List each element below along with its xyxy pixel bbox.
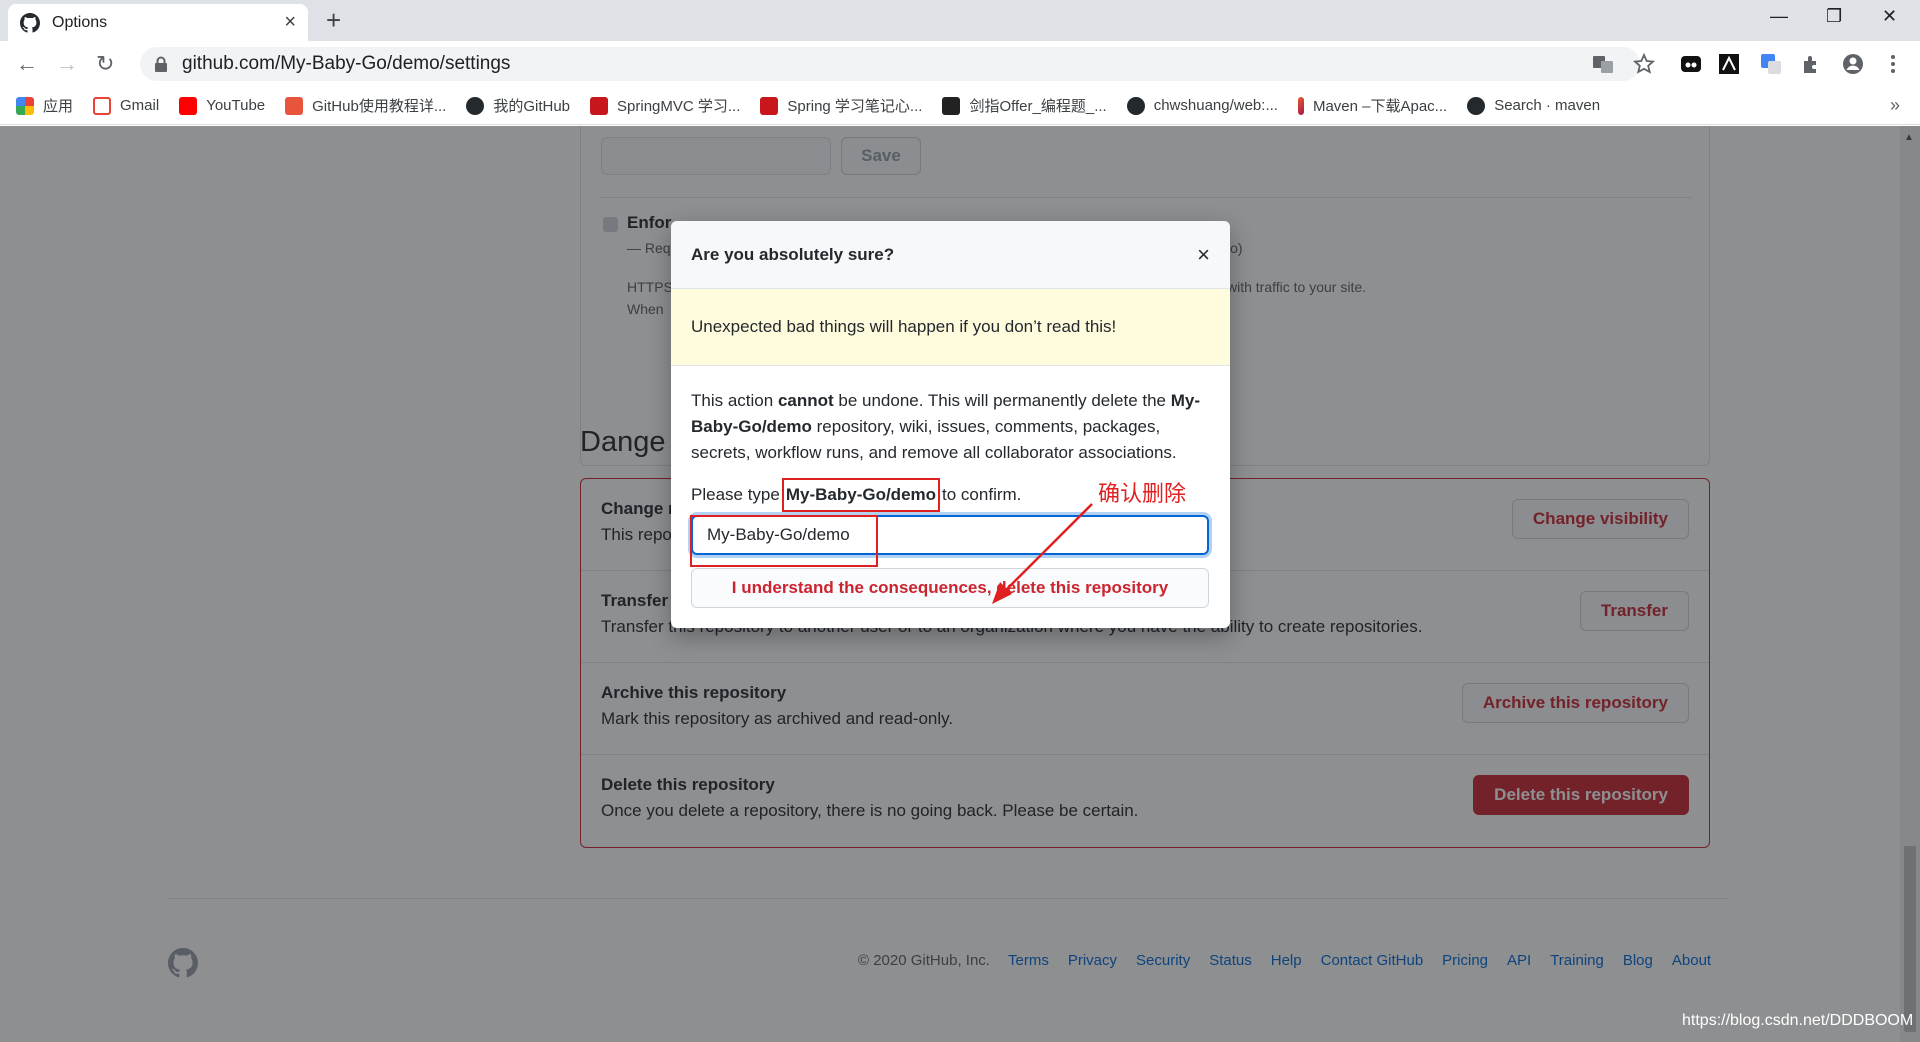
- new-tab-icon[interactable]: +: [326, 7, 341, 33]
- maven-feather-icon: [1297, 96, 1304, 115]
- github-icon: [1467, 96, 1486, 115]
- extensions-puzzle-icon[interactable]: [1800, 53, 1822, 75]
- browser-tab[interactable]: Options ×: [8, 4, 308, 41]
- delete-confirm-dialog: Are you absolutely sure? × Unexpected ba…: [671, 221, 1230, 628]
- bookmark-label: 应用: [43, 98, 74, 115]
- desc-text: This action: [691, 391, 778, 410]
- url-text: github.com/My-Baby-Go/demo/settings: [182, 53, 511, 74]
- window-close-icon[interactable]: ✕: [1882, 6, 1897, 27]
- bookmark-label: YouTube: [206, 97, 266, 114]
- google-translate-icon[interactable]: [1760, 53, 1782, 75]
- bookmark-label: 剑指Offer_编程题_...: [969, 98, 1107, 115]
- more-bookmarks-icon[interactable]: »: [1890, 95, 1900, 116]
- annotation-label: 确认删除: [1098, 481, 1187, 506]
- reload-icon[interactable]: ↻: [96, 51, 114, 77]
- apps-grid-icon: [16, 96, 34, 115]
- annotation-highlight-box: [690, 515, 878, 567]
- bookmark-label: Search · maven: [1494, 97, 1601, 114]
- github-icon: [20, 12, 40, 33]
- bookmark-label: GitHub使用教程详...: [312, 98, 447, 115]
- tab-close-icon[interactable]: ×: [284, 11, 296, 34]
- bookmark-item[interactable]: Spring 学习笔记心...: [760, 95, 922, 116]
- bookmark-item[interactable]: Maven –下载Apac...: [1297, 95, 1448, 116]
- dialog-description: This action cannot be undone. This will …: [691, 388, 1210, 466]
- address-bar[interactable]: github.com/My-Baby-Go/demo/settings: [140, 47, 1640, 81]
- confirm-post: to confirm.: [942, 485, 1022, 504]
- gmail-icon: [93, 96, 112, 115]
- jianshu-icon: [285, 96, 304, 115]
- bookmark-item[interactable]: YouTube: [179, 96, 266, 115]
- github-icon: [1126, 96, 1145, 115]
- bookmark-label: chwshuang/web:...: [1153, 97, 1278, 114]
- nowcoder-icon: [942, 96, 961, 115]
- restore-icon[interactable]: ❐: [1826, 6, 1842, 27]
- bookmark-label: 我的GitHub: [493, 98, 571, 115]
- profile-avatar-icon[interactable]: [1842, 53, 1864, 75]
- bookmark-item[interactable]: 应用: [16, 95, 73, 116]
- bookmark-item[interactable]: Gmail: [93, 96, 160, 115]
- bookmark-item[interactable]: GitHub使用教程详...: [285, 95, 446, 116]
- browser-menu-icon[interactable]: [1882, 53, 1904, 75]
- bookmark-label: Maven –下载Apac...: [1312, 98, 1448, 115]
- extension-icon-2[interactable]: [1718, 53, 1740, 75]
- bookmark-label: Gmail: [120, 97, 160, 114]
- confirm-repo-name: My-Baby-Go/demo: [781, 478, 941, 512]
- dialog-warning: Unexpected bad things will happen if you…: [671, 289, 1230, 366]
- confirm-delete-button[interactable]: I understand the consequences, delete th…: [691, 568, 1209, 608]
- youtube-icon: [179, 96, 198, 115]
- bookmarks-bar: 应用 Gmail YouTube GitHub使用教程详... 我的GitHub…: [0, 87, 1920, 125]
- lock-icon: [155, 56, 167, 72]
- bookmark-item[interactable]: chwshuang/web:...: [1126, 96, 1278, 115]
- csdn-icon: [760, 96, 779, 115]
- csdn-icon: [590, 96, 609, 115]
- bookmark-label: SpringMVC 学习...: [617, 98, 741, 115]
- desc-bold: cannot: [777, 391, 834, 410]
- github-icon: [466, 96, 485, 115]
- translate-icon[interactable]: [1592, 53, 1614, 75]
- dialog-header: Are you absolutely sure? ×: [671, 221, 1230, 289]
- dialog-title: Are you absolutely sure?: [691, 244, 895, 264]
- forward-icon[interactable]: →: [56, 51, 78, 77]
- extension-icon-1[interactable]: [1680, 53, 1702, 75]
- desc-text: be undone. This will permanently delete …: [833, 391, 1171, 410]
- watermark: https://blog.csdn.net/DDDBOOM: [1682, 1012, 1914, 1029]
- browser-toolbar: ← → ↻ github.com/My-Baby-Go/demo/setting…: [0, 41, 1920, 87]
- back-icon[interactable]: ←: [16, 51, 38, 77]
- close-icon[interactable]: ×: [1197, 242, 1210, 268]
- bookmark-label: Spring 学习笔记心...: [787, 98, 923, 115]
- minimize-icon[interactable]: —: [1770, 6, 1788, 27]
- tab-strip: Options × + — ❐ ✕: [0, 0, 1920, 41]
- tab-title: Options: [52, 13, 108, 31]
- bookmark-item[interactable]: 剑指Offer_编程题_...: [942, 95, 1107, 116]
- confirm-pre: Please type: [691, 485, 780, 504]
- bookmark-item[interactable]: SpringMVC 学习...: [590, 95, 740, 116]
- star-icon[interactable]: [1633, 53, 1655, 75]
- bookmark-item[interactable]: 我的GitHub: [466, 95, 570, 116]
- bookmark-item[interactable]: Search · maven: [1467, 96, 1601, 115]
